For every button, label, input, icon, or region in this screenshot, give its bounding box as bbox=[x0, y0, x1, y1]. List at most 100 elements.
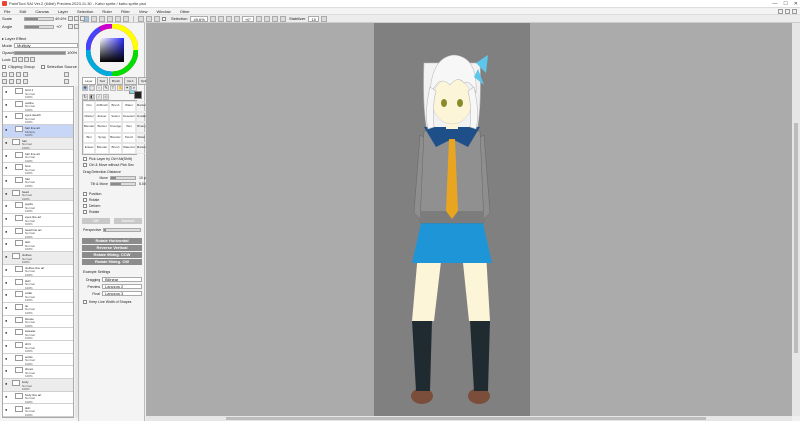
lock-transparency-icon[interactable] bbox=[12, 57, 17, 62]
menu-ruler[interactable]: Ruler bbox=[102, 9, 112, 14]
visibility-eye-icon[interactable]: ● bbox=[5, 89, 9, 94]
brush-slot[interactable]: Blender bbox=[83, 122, 96, 133]
clipping-checkbox[interactable] bbox=[2, 64, 6, 69]
visibility-eye-icon[interactable]: ● bbox=[5, 254, 9, 259]
pen-icon[interactable]: ✎ bbox=[103, 85, 109, 91]
tab-ver1[interactable]: Ver.1 bbox=[123, 77, 137, 85]
rotate-left-button[interactable] bbox=[255, 15, 262, 22]
scale-reset-button[interactable] bbox=[80, 16, 86, 21]
blend-mode-dropdown[interactable]: Multiply bbox=[14, 43, 78, 48]
mdi-minimize-button[interactable] bbox=[778, 9, 783, 14]
visibility-eye-icon[interactable]: ● bbox=[5, 267, 9, 272]
rotate-ccw-button[interactable]: Rotate 90deg. CCW bbox=[82, 252, 142, 258]
layer-item[interactable]: ● eyes line art Normal 100% bbox=[3, 214, 73, 227]
scale-slider[interactable] bbox=[24, 16, 54, 21]
visibility-eye-icon[interactable]: ● bbox=[5, 153, 9, 158]
tab-layer[interactable]: Layer bbox=[82, 77, 96, 85]
merge-down-button[interactable] bbox=[9, 79, 14, 84]
keep-line-option[interactable]: Keep Line Width of Shapes bbox=[83, 300, 131, 304]
layer-menu-button[interactable] bbox=[64, 79, 69, 84]
visibility-eye-icon[interactable]: ● bbox=[5, 407, 9, 412]
layer-scrollbar[interactable] bbox=[75, 86, 78, 418]
visibility-eye-icon[interactable]: ● bbox=[5, 343, 9, 348]
layer-folder[interactable]: ● hair Normal 100% bbox=[3, 137, 73, 151]
deform-checkbox[interactable] bbox=[83, 204, 87, 208]
brush-slot[interactable]: Brush bbox=[108, 143, 123, 154]
layer-folder[interactable]: ● head Normal 100% bbox=[3, 188, 73, 202]
check-deform[interactable]: Deform bbox=[83, 204, 100, 208]
dragging-dropdown[interactable]: Bilinear bbox=[102, 277, 142, 282]
preview-dropdown[interactable]: Lanczos 2 bbox=[102, 284, 142, 289]
menu-file[interactable]: File bbox=[4, 9, 10, 14]
lock-paint-icon[interactable] bbox=[18, 57, 23, 62]
ctrl-move-checkbox[interactable] bbox=[83, 163, 87, 167]
brush-slot[interactable]: Marker bbox=[83, 111, 96, 123]
layer-item[interactable]: ● Grid 1 Normal 100% bbox=[3, 87, 73, 100]
rotate-horizontal-button[interactable]: Rotate Horizontal bbox=[82, 238, 142, 244]
layer-settings-button[interactable] bbox=[23, 79, 28, 84]
maximize-button[interactable]: ☐ bbox=[783, 1, 787, 7]
zoom-icon[interactable]: ⌕ bbox=[131, 85, 137, 91]
lasso-icon[interactable]: ◌ bbox=[96, 85, 102, 91]
wand-tool-button[interactable] bbox=[99, 15, 105, 22]
zoom-out-button[interactable] bbox=[209, 15, 216, 22]
visibility-eye-icon[interactable]: ● bbox=[5, 102, 9, 107]
brush-slot[interactable]: Wet bbox=[122, 122, 136, 133]
move-icon[interactable]: ✥ bbox=[82, 85, 88, 91]
brush-slot[interactable]: Eraser bbox=[83, 143, 96, 154]
menu-filter[interactable]: Filter bbox=[121, 9, 130, 14]
menu-other[interactable]: Other bbox=[180, 9, 190, 14]
brush-slot[interactable]: Watercol bbox=[122, 143, 136, 154]
visibility-eye-icon[interactable]: ● bbox=[5, 191, 9, 196]
brush-slot[interactable]: Blur bbox=[83, 132, 96, 144]
layer-item[interactable]: ● bow Normal 100% bbox=[3, 163, 73, 176]
shape-icon[interactable]: ◇ bbox=[103, 93, 109, 100]
visibility-eye-icon[interactable]: ● bbox=[5, 229, 9, 234]
layer-item[interactable]: ● skin Normal 100% bbox=[3, 239, 73, 253]
check-rotate[interactable]: Rotate bbox=[83, 198, 99, 202]
position-checkbox[interactable] bbox=[83, 192, 87, 196]
brush-slot[interactable]: Pen bbox=[83, 101, 96, 112]
layer-item[interactable]: ● outline Normal 100% bbox=[3, 99, 73, 113]
angle-minus-button[interactable] bbox=[68, 24, 74, 29]
visibility-eye-icon[interactable]: ● bbox=[5, 216, 9, 221]
angle-slider[interactable] bbox=[24, 24, 54, 29]
selection-source-checkbox[interactable] bbox=[40, 64, 45, 69]
stabilizer-dropdown-button[interactable] bbox=[320, 15, 327, 22]
copy-layer-button[interactable] bbox=[2, 79, 7, 84]
layer-item[interactable]: ● tie Normal 100% bbox=[3, 302, 73, 316]
visibility-eye-icon[interactable]: ● bbox=[5, 280, 9, 285]
layer-folder[interactable]: ● body Normal 100% bbox=[3, 379, 73, 392]
visibility-eye-icon[interactable]: ● bbox=[5, 381, 9, 386]
final-dropdown[interactable]: Lanczos 3 bbox=[102, 291, 142, 296]
horizontal-scroll-thumb[interactable] bbox=[226, 417, 706, 420]
text-icon[interactable]: T bbox=[110, 85, 116, 91]
new-layer-button[interactable] bbox=[2, 72, 7, 77]
selection-checkbox[interactable] bbox=[162, 16, 166, 21]
menu-window[interactable]: Window bbox=[156, 9, 170, 14]
visibility-eye-icon[interactable]: ● bbox=[5, 114, 9, 119]
layer-list[interactable]: ● Grid 1 Normal 100% ● outline Normal 100% ● eyes… bbox=[2, 86, 74, 418]
layer-item[interactable]: ● body line art Normal 100% bbox=[3, 391, 73, 405]
new-folder-button[interactable] bbox=[9, 72, 14, 77]
canvas[interactable] bbox=[374, 23, 530, 416]
vertical-scroll-thumb[interactable] bbox=[794, 123, 798, 353]
brush-slot[interactable]: Blender bbox=[95, 143, 109, 154]
scale-plus-button[interactable] bbox=[74, 16, 80, 21]
layer-item[interactable]: ● skin Normal 100% bbox=[3, 404, 73, 417]
opacity-slider[interactable] bbox=[14, 50, 66, 55]
tab-tool[interactable]: Tool bbox=[96, 77, 109, 85]
brush-slot[interactable]: Smudge bbox=[108, 122, 123, 133]
layer-effect-row[interactable]: ▸ Layer Effect bbox=[2, 36, 26, 41]
perspective-slider[interactable] bbox=[103, 228, 142, 232]
rotate-checkbox[interactable] bbox=[83, 198, 87, 202]
angle-plus-button[interactable] bbox=[74, 24, 80, 29]
layer-item[interactable]: ● hair line art Multiply 100% bbox=[3, 125, 73, 138]
layer-item[interactable]: ● pupils Normal 100% bbox=[3, 201, 73, 214]
brush-slot[interactable]: Eraser bbox=[95, 111, 109, 123]
layer-item[interactable]: ● hair Normal 100% bbox=[3, 175, 73, 189]
scale-minus-button[interactable] bbox=[68, 16, 74, 21]
check-rotate-2[interactable]: Rotate bbox=[83, 210, 99, 214]
new-linework-button[interactable] bbox=[16, 72, 21, 77]
zoom-reset-button[interactable] bbox=[225, 15, 232, 22]
